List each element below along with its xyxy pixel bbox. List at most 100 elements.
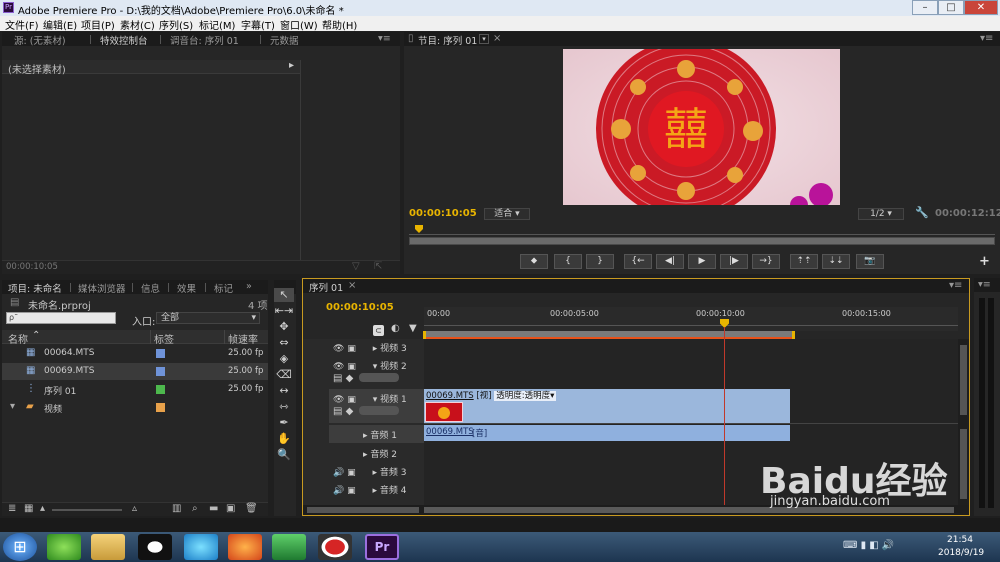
- sync-lock-icon[interactable]: ▣: [347, 486, 356, 496]
- track-select-tool-icon[interactable]: ⇤⇥: [274, 304, 294, 318]
- in-filter-dropdown[interactable]: 全部 ▾: [156, 312, 260, 324]
- display-style-icon[interactable]: ▤: [333, 373, 342, 384]
- track-expand-icon[interactable]: ▸: [363, 450, 368, 460]
- add-button[interactable]: +: [979, 254, 990, 269]
- filter-icon[interactable]: ▽: [352, 261, 360, 272]
- taskbar-explorer-icon[interactable]: [91, 534, 125, 560]
- timeline-current-timecode[interactable]: 00:00:10:05: [326, 302, 394, 313]
- menu-sequence[interactable]: 序列(S): [159, 17, 193, 32]
- display-style-icon[interactable]: ▤: [333, 406, 342, 417]
- work-area-start-handle[interactable]: [423, 331, 426, 339]
- pen-tool-icon[interactable]: ✒: [274, 416, 294, 430]
- zoom-tool-icon[interactable]: 🔍: [274, 448, 294, 462]
- add-marker-icon[interactable]: ▼: [409, 323, 417, 334]
- export-frame-button[interactable]: 📷: [856, 254, 884, 269]
- find-icon[interactable]: ⌕: [192, 503, 198, 514]
- rate-stretch-tool-icon[interactable]: ◈: [274, 352, 294, 366]
- work-area-end-handle[interactable]: [792, 331, 795, 339]
- project-search-input[interactable]: ρ˜: [6, 312, 116, 324]
- new-item-icon[interactable]: ▣: [226, 503, 235, 514]
- fit-dropdown[interactable]: 适合 ▾: [484, 208, 530, 220]
- keyframe-nav-control[interactable]: [359, 373, 399, 382]
- resolution-dropdown[interactable]: 1/2 ▾: [858, 208, 904, 220]
- hand-tool-icon[interactable]: ✋: [274, 432, 294, 446]
- tab-audio-mixer[interactable]: 调音台: 序列 01: [170, 33, 239, 47]
- maximize-button[interactable]: □: [938, 0, 964, 15]
- tab-info[interactable]: 信息: [141, 281, 160, 295]
- tab-media-browser[interactable]: 媒体浏览器: [78, 281, 126, 295]
- item-label-swatch[interactable]: [156, 349, 165, 358]
- play-button[interactable]: ▶: [688, 254, 716, 269]
- keyframe-nav-control[interactable]: [359, 406, 399, 415]
- keyframe-icon[interactable]: ◆: [346, 406, 354, 417]
- project-item[interactable]: ▾ ▰ 视频: [2, 399, 268, 416]
- taskbar-firefox-icon[interactable]: [228, 534, 262, 560]
- menu-file[interactable]: 文件(F): [5, 17, 39, 32]
- lift-button[interactable]: ⇡⇡: [790, 254, 818, 269]
- panel-menu-icon[interactable]: ▾≡: [978, 279, 991, 290]
- add-marker-button[interactable]: ⬥: [520, 254, 548, 269]
- column-name[interactable]: 名称: [8, 331, 28, 346]
- timeline-playhead-line[interactable]: [724, 327, 725, 505]
- audio-clip[interactable]: 00069.MTS [音]: [424, 425, 790, 441]
- program-zoom-scrollbar[interactable]: [409, 237, 995, 245]
- panel-expand-icon[interactable]: »: [246, 281, 252, 292]
- opacity-dropdown[interactable]: 透明度:透明度▾: [494, 391, 557, 401]
- sync-lock-icon[interactable]: ▣: [347, 395, 356, 405]
- eye-icon[interactable]: 👁: [333, 395, 344, 405]
- expand-arrow-icon[interactable]: ▸: [289, 60, 294, 71]
- list-view-icon[interactable]: ≣: [8, 503, 16, 514]
- extract-button[interactable]: ⇣⇣: [822, 254, 850, 269]
- go-to-in-button[interactable]: {←: [624, 254, 652, 269]
- panel-menu-icon[interactable]: ▾≡: [378, 33, 391, 44]
- clock-time[interactable]: 21:54: [947, 535, 973, 545]
- speaker-icon[interactable]: 🔊: [333, 468, 344, 478]
- project-item[interactable]: ▦ 00069.MTS 25.00 fp: [2, 363, 268, 380]
- razor-tool-icon[interactable]: ⌫: [274, 368, 294, 382]
- rolling-edit-tool-icon[interactable]: ⇔: [274, 336, 294, 350]
- new-bin-icon[interactable]: ▬: [209, 503, 218, 514]
- bin-expand-icon[interactable]: ▾: [10, 401, 15, 412]
- tab-metadata[interactable]: 元数据: [270, 33, 299, 47]
- video-clip[interactable]: 00069.MTS [视] 透明度:透明度▾: [424, 389, 790, 423]
- slip-tool-icon[interactable]: ↔: [274, 384, 294, 398]
- track-expand-icon[interactable]: ▸: [363, 431, 368, 441]
- tab-markers[interactable]: 标记: [214, 281, 233, 295]
- trash-icon[interactable]: 🗑: [245, 503, 258, 514]
- track-expand-icon[interactable]: ▸: [373, 344, 378, 354]
- tab-sequence-01[interactable]: 序列 01: [309, 280, 343, 294]
- taskbar-360-icon[interactable]: [47, 534, 81, 560]
- clock-date[interactable]: 2018/9/19: [938, 548, 984, 558]
- menu-title[interactable]: 字幕(T): [241, 17, 275, 32]
- speaker-icon[interactable]: 🔊: [333, 486, 344, 496]
- keyframe-icon[interactable]: ◆: [346, 373, 354, 384]
- selection-tool-icon[interactable]: ↖: [274, 288, 294, 302]
- set-encore-marker-icon[interactable]: ◐: [391, 323, 400, 334]
- tab-project[interactable]: 项目: 未命名: [8, 281, 62, 295]
- project-item[interactable]: ▦ 00064.MTS 25.00 fp: [2, 345, 268, 362]
- ripple-edit-tool-icon[interactable]: ✥: [274, 320, 294, 334]
- panel-menu-icon[interactable]: ▾≡: [949, 280, 962, 291]
- menu-clip[interactable]: 素材(C): [120, 17, 155, 32]
- snap-icon[interactable]: ⊂: [373, 325, 384, 336]
- tab-effect-controls[interactable]: 特效控制台: [100, 33, 148, 47]
- column-label[interactable]: 标签: [154, 331, 174, 346]
- eye-icon[interactable]: 👁: [333, 344, 344, 354]
- project-item[interactable]: ⋮ 序列 01 25.00 fp: [2, 381, 268, 398]
- step-forward-button[interactable]: |▶: [720, 254, 748, 269]
- zoom-out-icon[interactable]: ▴: [40, 503, 45, 514]
- track-expand-icon[interactable]: ▸: [372, 468, 377, 478]
- track-collapse-icon[interactable]: ▾: [373, 395, 378, 405]
- menu-window[interactable]: 窗口(W): [280, 17, 318, 32]
- tray-icons[interactable]: ⌨ ▮ ◧ 🔊: [843, 540, 894, 551]
- export-icon[interactable]: ⇱: [374, 261, 382, 272]
- slide-tool-icon[interactable]: ⇿: [274, 400, 294, 414]
- taskbar-browser-icon[interactable]: [184, 534, 218, 560]
- taskbar-recorder-icon[interactable]: [318, 534, 352, 560]
- menu-project[interactable]: 项目(P): [81, 17, 115, 32]
- tab-close-icon[interactable]: ×: [493, 33, 501, 44]
- tab-effects[interactable]: 效果: [177, 281, 196, 295]
- taskbar-premiere-icon[interactable]: Pr: [365, 534, 399, 560]
- tab-source[interactable]: 源: (无素材): [14, 33, 66, 47]
- start-button[interactable]: ⊞: [3, 533, 37, 561]
